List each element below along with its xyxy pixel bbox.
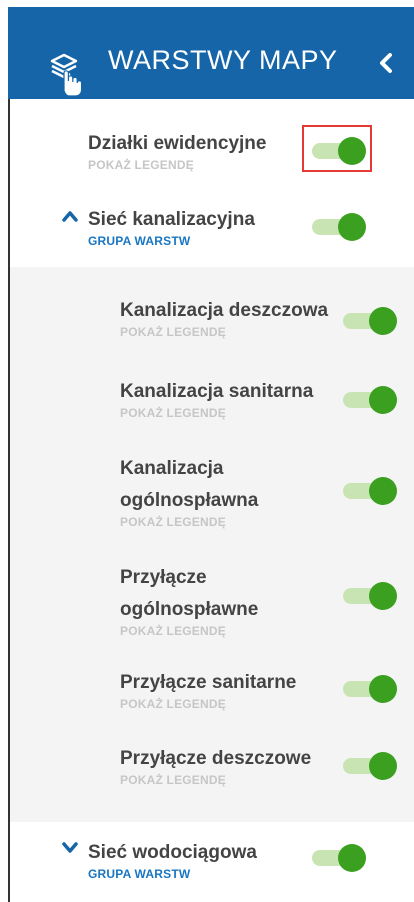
- layers-hand-icon[interactable]: [48, 51, 84, 97]
- layer-name: Działki ewidencyjne: [88, 133, 267, 154]
- toggle-knob: [369, 582, 397, 610]
- layer-visibility-toggle[interactable]: [343, 306, 397, 335]
- layer-visibility-toggle[interactable]: [343, 476, 397, 505]
- sublayer-item: Przyłącze ogólnospławne POKAŻ LEGENDĘ: [120, 562, 258, 638]
- layer-group-item: Sieć wodociągowa GRUPA WARSTW: [88, 837, 257, 881]
- layer-visibility-toggle[interactable]: [343, 385, 397, 414]
- sublayer-group-background: [10, 267, 414, 822]
- layer-item: Działki ewidencyjne POKAŻ LEGENDĘ: [88, 128, 266, 172]
- show-legend-link[interactable]: POKAŻ LEGENDĘ: [120, 515, 258, 529]
- toggle-knob: [369, 477, 397, 505]
- layer-visibility-toggle[interactable]: [343, 751, 397, 780]
- toggle-knob: [369, 307, 397, 335]
- show-legend-link[interactable]: POKAŻ LEGENDĘ: [120, 697, 296, 711]
- layer-name-line1: Kanalizacja: [120, 458, 224, 479]
- sublayer-item: Kanalizacja ogólnospławna POKAŻ LEGENDĘ: [120, 453, 258, 529]
- chevron-up-icon[interactable]: [62, 210, 78, 222]
- layer-name: Kanalizacja sanitarna: [120, 381, 314, 402]
- group-visibility-toggle[interactable]: [312, 843, 366, 872]
- toggle-knob: [338, 844, 366, 872]
- layer-name: Przyłącze deszczowe: [120, 748, 312, 769]
- show-legend-link[interactable]: POKAŻ LEGENDĘ: [120, 406, 313, 420]
- layer-visibility-toggle[interactable]: [343, 674, 397, 703]
- layers-panel-header: WARSTWY MAPY: [8, 7, 414, 99]
- layer-name: Przyłącze sanitarne: [120, 672, 297, 693]
- group-visibility-toggle[interactable]: [312, 212, 366, 241]
- layer-name-line2: ogólnospławne: [120, 599, 259, 620]
- sublayer-item: Przyłącze deszczowe POKAŻ LEGENDĘ: [120, 743, 311, 787]
- show-legend-link[interactable]: POKAŻ LEGENDĘ: [120, 624, 258, 638]
- panel-title: WARSTWY MAPY: [108, 45, 338, 75]
- sublayer-item: Kanalizacja sanitarna POKAŻ LEGENDĘ: [120, 376, 313, 420]
- highlight-box: [302, 125, 372, 172]
- layer-group-item: Sieć kanalizacyjna GRUPA WARSTW: [88, 204, 255, 248]
- layer-name: Kanalizacja deszczowa: [120, 300, 329, 321]
- group-label: GRUPA WARSTW: [88, 234, 191, 248]
- show-legend-link[interactable]: POKAŻ LEGENDĘ: [88, 158, 266, 172]
- chevron-left-icon[interactable]: [378, 53, 394, 73]
- layer-name-line2: ogólnospławna: [120, 490, 259, 511]
- toggle-knob: [338, 213, 366, 241]
- show-legend-link[interactable]: POKAŻ LEGENDĘ: [120, 325, 328, 339]
- toggle-knob: [369, 675, 397, 703]
- toggle-knob: [369, 386, 397, 414]
- layer-visibility-toggle[interactable]: [343, 581, 397, 610]
- toggle-knob: [369, 752, 397, 780]
- group-name[interactable]: Sieć kanalizacyjna: [88, 204, 255, 236]
- chevron-down-icon[interactable]: [62, 842, 78, 854]
- group-label: GRUPA WARSTW: [88, 867, 191, 881]
- show-legend-link[interactable]: POKAŻ LEGENDĘ: [120, 773, 311, 787]
- group-name[interactable]: Sieć wodociągowa: [88, 837, 257, 869]
- layer-name-line1: Przyłącze: [120, 567, 207, 588]
- sublayer-item: Przyłącze sanitarne POKAŻ LEGENDĘ: [120, 667, 296, 711]
- sublayer-item: Kanalizacja deszczowa POKAŻ LEGENDĘ: [120, 295, 328, 339]
